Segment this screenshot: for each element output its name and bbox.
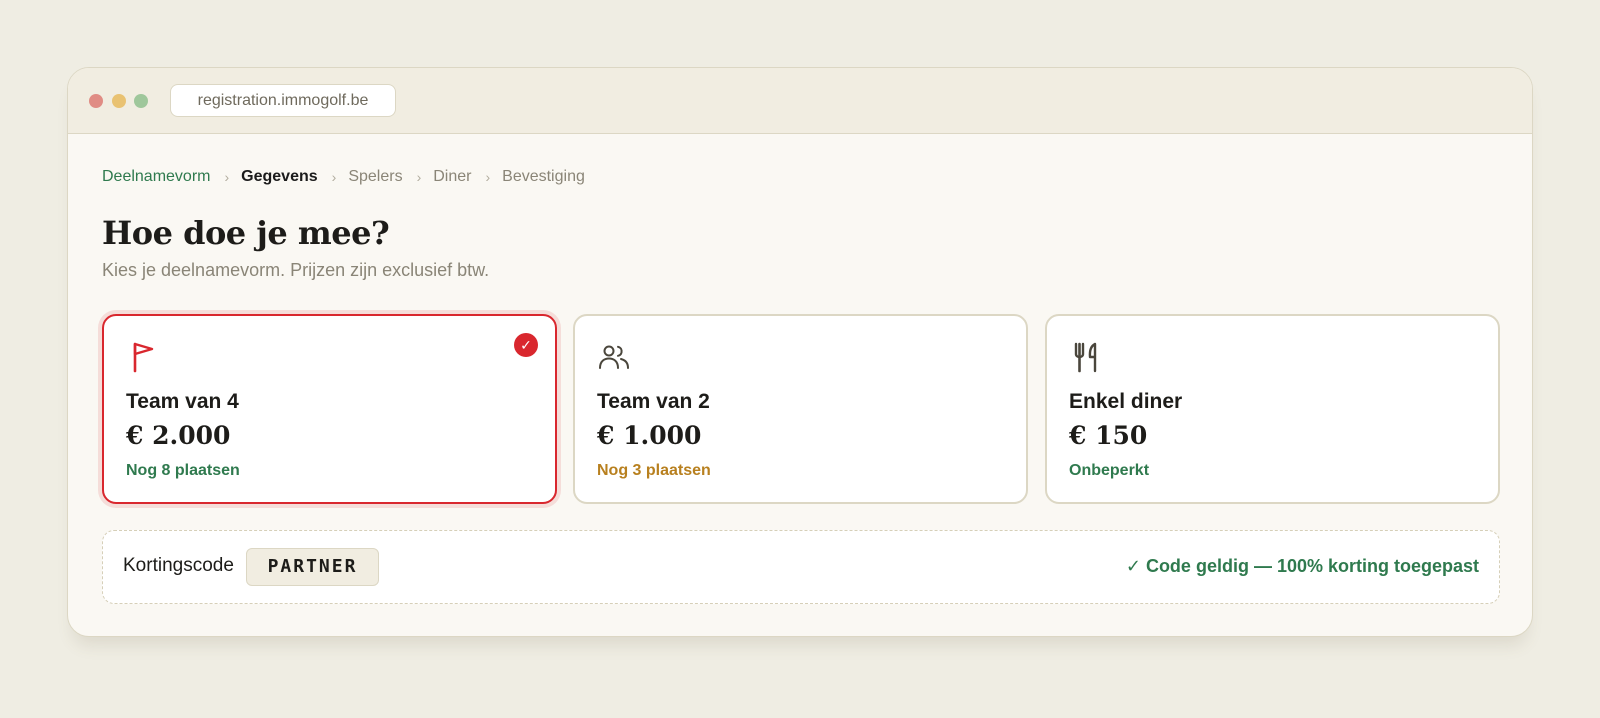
discount-status: ✓ Code geldig — 100% korting toegepast	[1125, 556, 1479, 576]
option-availability: Nog 8 plaatsen	[126, 462, 240, 479]
discount-code-label: Kortingscode	[123, 555, 234, 576]
option-availability: Onbeperkt	[1069, 462, 1150, 479]
minimize-window-button[interactable]	[112, 94, 126, 108]
option-card-team-van-2[interactable]: Team van 2 € 1.000 Nog 3 plaatsen	[573, 314, 1028, 504]
option-card-team-van-4[interactable]: ✓ Team van 4 € 2.000 Nog 8 plaatsen	[102, 314, 557, 504]
breadcrumb-step-deelnamevorm[interactable]: Deelnamevorm	[102, 168, 210, 186]
option-name: Team van 2	[597, 390, 710, 413]
breadcrumb-separator: ›	[331, 169, 337, 185]
page-subtitle: Kies je deelnamevorm. Prijzen zijn exclu…	[102, 260, 490, 280]
close-window-button[interactable]	[89, 94, 103, 108]
maximize-window-button[interactable]	[134, 94, 148, 108]
address-bar[interactable]: registration.immogolf.be	[170, 84, 396, 117]
option-name: Team van 4	[126, 390, 239, 413]
option-name: Enkel diner	[1069, 390, 1183, 413]
cutlery-icon	[1074, 342, 1097, 373]
breadcrumb-step-bevestiging: Bevestiging	[502, 168, 585, 185]
breadcrumb-step-diner: Diner	[433, 168, 472, 185]
option-price: € 150	[1069, 421, 1148, 450]
users-icon	[599, 345, 629, 369]
selected-check-icon: ✓	[514, 333, 538, 357]
breadcrumb-separator: ›	[416, 169, 422, 185]
breadcrumb-separator: ›	[224, 169, 230, 185]
browser-window: registration.immogolf.be Deelnamevorm › …	[67, 67, 1533, 637]
discount-code-section: Kortingscode PARTNER ✓ Code geldig — 100…	[102, 530, 1500, 604]
breadcrumb: Deelnamevorm › Gegevens › Spelers › Dine…	[102, 168, 585, 186]
browser-titlebar: registration.immogolf.be	[68, 68, 1532, 134]
breadcrumb-step-gegevens: Gegevens	[241, 168, 318, 185]
option-card-enkel-diner[interactable]: Enkel diner € 150 Onbeperkt	[1045, 314, 1500, 504]
option-availability: Nog 3 plaatsen	[597, 462, 711, 479]
option-price: € 2.000	[126, 421, 231, 450]
flag-icon	[133, 342, 154, 373]
breadcrumb-separator: ›	[485, 169, 491, 185]
discount-code-field[interactable]: PARTNER	[246, 548, 379, 586]
breadcrumb-step-spelers: Spelers	[348, 168, 403, 185]
page-title: Hoe doe je mee?	[102, 214, 390, 252]
option-price: € 1.000	[597, 421, 702, 450]
